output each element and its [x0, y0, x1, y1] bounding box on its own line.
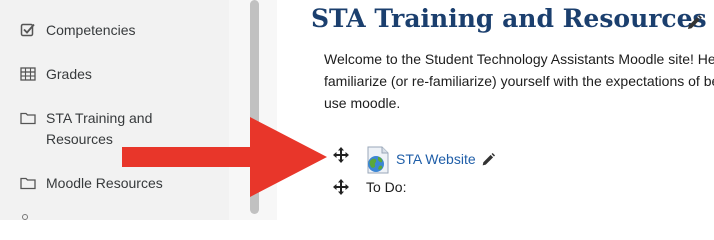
folder-icon [20, 112, 36, 125]
move-handle-icon[interactable] [332, 178, 350, 196]
sidebar-item-partial [22, 214, 28, 220]
welcome-line: use moodle. [324, 95, 401, 111]
sidebar-item-label: Moodle Resources [46, 175, 163, 191]
page: Competencies Grades STA Training and Res… [0, 0, 714, 220]
welcome-line: Welcome to the Student Technology Assist… [324, 51, 714, 67]
table-icon [20, 67, 36, 81]
move-handle-icon[interactable] [332, 146, 350, 164]
page-title: STA Training and Resources [311, 4, 707, 33]
main-content: STA Training and Resources Welcome to th… [277, 0, 714, 220]
sidebar-item-grades[interactable]: Grades [0, 64, 229, 86]
scrollbar-thumb[interactable] [250, 0, 259, 214]
sidebar-item-label: STA Training and [46, 110, 153, 126]
sidebar-item-label: Grades [46, 66, 92, 82]
folder-icon [20, 177, 36, 190]
sidebar-nav: Competencies Grades STA Training and Res… [0, 0, 229, 220]
sidebar-item-competencies[interactable]: Competencies [0, 20, 229, 42]
sidebar-item-sta-training[interactable]: STA Training and Resources [0, 108, 229, 152]
sidebar-item-label: Competencies [46, 22, 136, 38]
sidebar-item-label-line2: Resources [46, 131, 113, 147]
sidebar-item-moodle-resources[interactable]: Moodle Resources [0, 173, 229, 195]
welcome-line: familiarize (or re-familiarize) yourself… [324, 73, 714, 89]
pencil-edit-icon[interactable] [480, 152, 496, 168]
welcome-text: Welcome to the Student Technology Assist… [324, 48, 714, 114]
activity-link-sta-website[interactable]: STA Website [396, 151, 476, 167]
pencil-edit-icon[interactable] [685, 14, 703, 32]
checkbox-icon [20, 23, 35, 37]
url-globe-icon[interactable] [365, 146, 391, 174]
todo-label: To Do: [366, 179, 407, 195]
